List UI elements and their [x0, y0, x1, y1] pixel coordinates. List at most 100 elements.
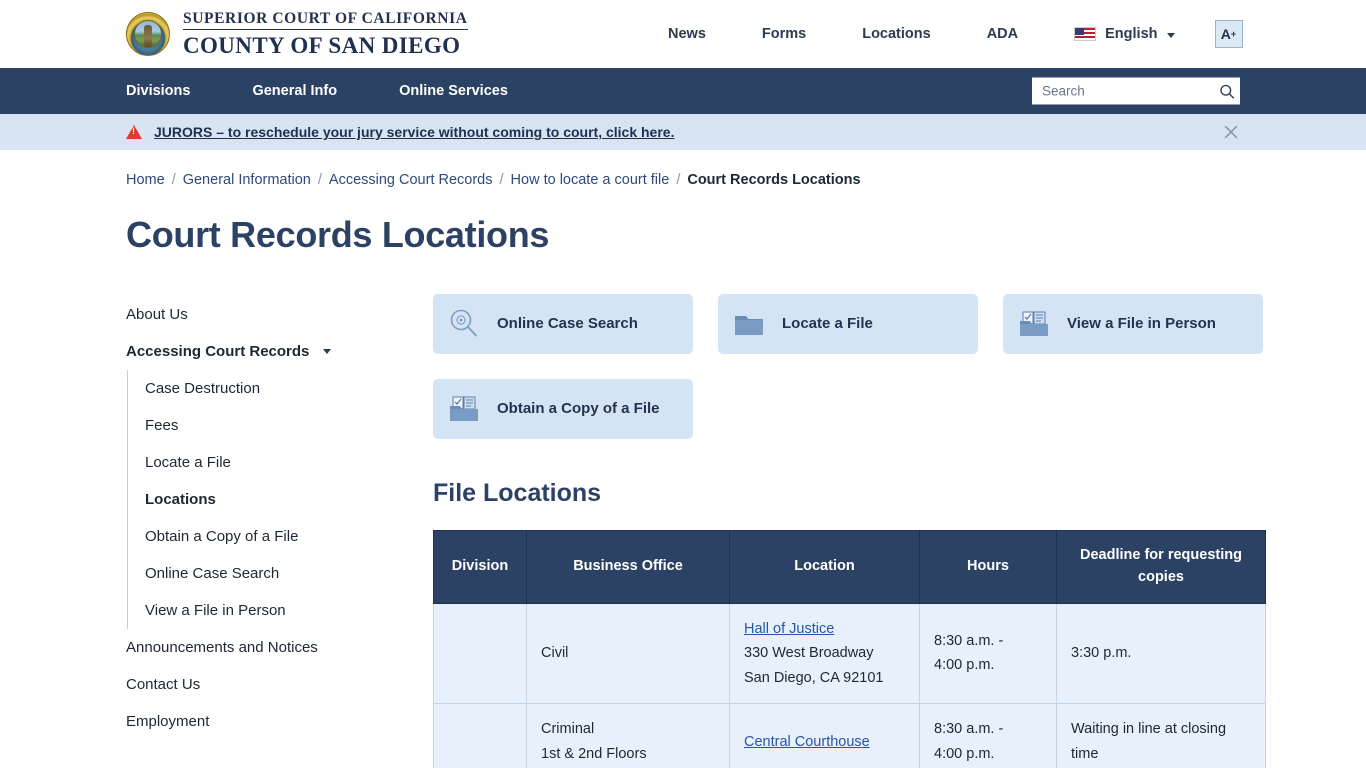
hours-line2: 4:00 p.m. — [934, 657, 995, 674]
sidebar-subnav: Case Destruction Fees Locate a File Loca… — [127, 370, 411, 629]
table-header-row: Division Business Office Location Hours … — [433, 530, 1266, 604]
search-icon[interactable] — [1219, 83, 1235, 99]
location-link-central-courthouse[interactable]: Central Courthouse — [744, 734, 870, 750]
chevron-down-icon — [323, 349, 332, 354]
cell-division — [433, 703, 527, 768]
breadcrumb-item-how-to-locate-a-court-file[interactable]: How to locate a court file — [511, 172, 670, 188]
cell-hours: 8:30 a.m. - 4:00 p.m. — [919, 703, 1057, 768]
cell-hours: 8:30 a.m. - 4:00 p.m. — [919, 602, 1057, 705]
breadcrumb-separator: / — [676, 172, 681, 188]
site-header: SUPERIOR COURT OF CALIFORNIA COUNTY OF S… — [0, 0, 1366, 68]
chevron-down-icon — [1166, 32, 1175, 38]
quick-link-cards: Online Case Search Locate a File View a … — [433, 294, 1266, 439]
business-office-line2: 1st & 2nd Floors — [541, 746, 647, 763]
brand-logo[interactable]: SUPERIOR COURT OF CALIFORNIA COUNTY OF S… — [126, 11, 468, 59]
sidebar-item-employment[interactable]: Employment — [126, 703, 411, 740]
folder-documents-icon — [450, 396, 478, 421]
column-header-hours: Hours — [919, 530, 1057, 604]
text-size-button[interactable]: A + — [1214, 20, 1243, 48]
breadcrumb-separator: / — [317, 172, 322, 188]
location-address-line2: San Diego, CA 92101 — [744, 669, 884, 686]
utility-nav: News Forms Locations ADA English A + — [640, 0, 1243, 68]
close-icon[interactable] — [1222, 123, 1240, 141]
sidebar-item-about-us[interactable]: About Us — [126, 296, 411, 333]
language-label: English — [1105, 26, 1158, 42]
nav-item-divisions[interactable]: Divisions — [126, 83, 190, 99]
folder-icon — [735, 316, 763, 335]
card-view-a-file-in-person[interactable]: View a File in Person — [1003, 294, 1263, 354]
sidebar-item-case-destruction[interactable]: Case Destruction — [128, 370, 411, 407]
hours-line1: 8:30 a.m. - — [934, 632, 1004, 649]
nav-item-online-services[interactable]: Online Services — [399, 83, 508, 99]
cell-business-office: Criminal 1st & 2nd Floors — [526, 703, 730, 768]
language-selector[interactable]: English — [1046, 26, 1196, 42]
table-row: Civil Hall of Justice 330 West Broadway … — [433, 602, 1266, 705]
card-online-case-search[interactable]: Online Case Search — [433, 294, 693, 354]
column-header-location: Location — [729, 530, 920, 604]
column-header-business-office: Business Office — [526, 530, 730, 604]
page-title: Court Records Locations — [126, 214, 550, 255]
utility-nav-locations[interactable]: Locations — [834, 26, 958, 42]
table-body: Civil Hall of Justice 330 West Broadway … — [433, 602, 1266, 768]
breadcrumb-item-current: Court Records Locations — [687, 172, 861, 188]
search-box[interactable] — [1032, 77, 1240, 105]
location-link-hall-of-justice[interactable]: Hall of Justice — [744, 621, 834, 637]
card-label: Locate a File — [782, 314, 873, 332]
cell-division — [433, 602, 527, 705]
cell-location: Central Courthouse — [729, 703, 920, 768]
brand-line-superior-court: SUPERIOR COURT OF CALIFORNIA — [183, 11, 468, 31]
cell-deadline: 3:30 p.m. — [1056, 602, 1266, 705]
hours-line2: 4:00 p.m. — [934, 746, 995, 763]
brand-line-county: COUNTY OF SAN DIEGO — [183, 33, 461, 59]
search-input[interactable] — [1042, 83, 1219, 99]
card-label: Obtain a Copy of a File — [497, 399, 660, 417]
section-title-file-locations: File Locations — [433, 479, 602, 507]
breadcrumb-separator: / — [499, 172, 504, 188]
sidebar-item-locations[interactable]: Locations — [128, 481, 411, 518]
sidebar-item-obtain-a-copy-of-a-file[interactable]: Obtain a Copy of a File — [128, 518, 411, 555]
breadcrumb-separator: / — [171, 172, 176, 188]
utility-nav-news[interactable]: News — [640, 26, 734, 42]
us-flag-icon — [1074, 27, 1097, 41]
card-label: View a File in Person — [1067, 314, 1216, 332]
breadcrumb-item-accessing-court-records[interactable]: Accessing Court Records — [329, 172, 493, 188]
text-size-plus: + — [1230, 29, 1237, 39]
hours-line1: 8:30 a.m. - — [934, 721, 1004, 738]
alert-banner: JURORS – to reschedule your jury service… — [0, 114, 1366, 150]
sidebar-item-view-a-file-in-person[interactable]: View a File in Person — [128, 592, 411, 629]
warning-triangle-icon — [126, 125, 142, 139]
sidebar-item-accessing-court-records[interactable]: Accessing Court Records — [126, 333, 411, 370]
sidebar-item-label: Accessing Court Records — [126, 343, 310, 360]
sidebar-item-locate-a-file[interactable]: Locate a File — [128, 444, 411, 481]
business-office-line1: Criminal — [541, 721, 595, 738]
sidebar-item-fees[interactable]: Fees — [128, 407, 411, 444]
table-head: Division Business Office Location Hours … — [433, 530, 1266, 604]
breadcrumb-item-general-information[interactable]: General Information — [183, 172, 311, 188]
utility-nav-forms[interactable]: Forms — [734, 26, 834, 42]
breadcrumb-item-home[interactable]: Home — [126, 172, 165, 188]
folder-documents-icon — [1020, 311, 1048, 336]
card-obtain-a-copy-of-a-file[interactable]: Obtain a Copy of a File — [433, 379, 693, 439]
sidebar-item-announcements-and-notices[interactable]: Announcements and Notices — [126, 629, 411, 666]
sidebar-item-contact-us[interactable]: Contact Us — [126, 666, 411, 703]
page-content: About Us Accessing Court Records Case De… — [0, 256, 1366, 768]
california-state-seal-icon — [126, 12, 170, 56]
file-locations-table: Division Business Office Location Hours … — [433, 530, 1266, 768]
alert-banner-link[interactable]: JURORS – to reschedule your jury service… — [154, 124, 674, 140]
sidebar-navigation: About Us Accessing Court Records Case De… — [126, 294, 411, 768]
breadcrumb: Home / General Information / Accessing C… — [0, 150, 1366, 188]
utility-nav-ada[interactable]: ADA — [959, 26, 1046, 42]
card-label: Online Case Search — [497, 314, 638, 332]
text-size-letter: A — [1220, 26, 1231, 42]
table-row: Criminal 1st & 2nd Floors Central Courth… — [433, 703, 1266, 768]
main-navigation: Divisions General Info Online Services — [0, 68, 1366, 114]
cell-deadline: Waiting in line at closing time — [1056, 703, 1266, 768]
nav-item-general-info[interactable]: General Info — [252, 83, 337, 99]
card-locate-a-file[interactable]: Locate a File — [718, 294, 978, 354]
sidebar-item-online-case-search[interactable]: Online Case Search — [128, 555, 411, 592]
brand-text: SUPERIOR COURT OF CALIFORNIA COUNTY OF S… — [183, 11, 468, 59]
location-address-line1: 330 West Broadway — [744, 645, 874, 662]
column-header-division: Division — [433, 530, 527, 604]
column-header-deadline: Deadline for requesting copies — [1056, 530, 1266, 604]
magnifier-search-icon — [450, 309, 477, 337]
